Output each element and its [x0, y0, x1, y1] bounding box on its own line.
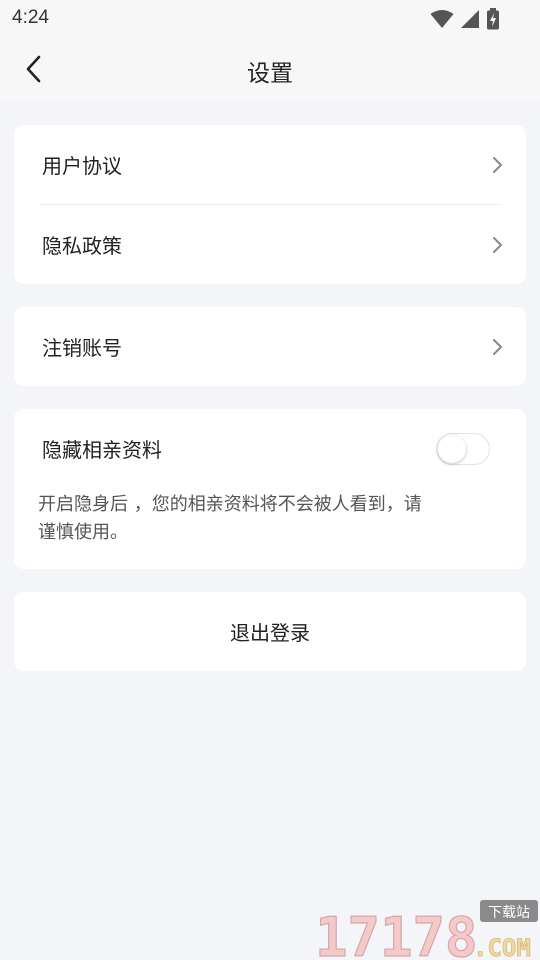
privacy-toggle-card: 隐藏相亲资料 开启隐身后 ，您的相亲资料将不会被人看到，请谨慎使用。 — [14, 409, 526, 569]
status-icons — [430, 8, 500, 34]
user-agreement-row[interactable]: 用户协议 — [14, 125, 526, 204]
nav-bar: 设置 — [0, 38, 540, 102]
chevron-right-icon — [490, 337, 504, 357]
privacy-policy-label: 隐私政策 — [42, 234, 122, 258]
watermark-badge-text: 下载站 — [488, 905, 530, 921]
privacy-policy-row[interactable]: 隐私政策 — [14, 205, 526, 284]
watermark-main-text: 17178 — [315, 906, 478, 960]
user-agreement-label: 用户协议 — [42, 154, 122, 178]
status-bar: 4:24 — [0, 0, 540, 38]
wifi-icon — [430, 9, 454, 33]
hide-profile-hint: 开启隐身后 ，您的相亲资料将不会被人看到，请谨慎使用。 — [38, 494, 422, 543]
hide-profile-label: 隐藏相亲资料 — [42, 437, 162, 462]
legal-card: 用户协议 隐私政策 — [14, 125, 526, 284]
delete-account-row[interactable]: 注销账号 — [14, 307, 526, 386]
toggle-knob — [438, 435, 466, 463]
page-title: 设置 — [247, 61, 293, 87]
battery-icon — [486, 8, 500, 34]
logout-card: 退出登录 — [14, 592, 526, 671]
account-card: 注销账号 — [14, 307, 526, 386]
status-time: 4:24 — [12, 7, 49, 28]
delete-account-label: 注销账号 — [42, 336, 122, 360]
logout-button[interactable]: 退出登录 — [14, 592, 526, 671]
watermark-suffix-text: .COM — [473, 934, 531, 960]
signal-icon — [460, 9, 480, 33]
chevron-right-icon — [490, 235, 504, 255]
hide-profile-toggle[interactable] — [436, 433, 490, 465]
chevron-right-icon — [490, 155, 504, 175]
watermark-logo: 17178 下载站 .COM — [315, 900, 538, 960]
